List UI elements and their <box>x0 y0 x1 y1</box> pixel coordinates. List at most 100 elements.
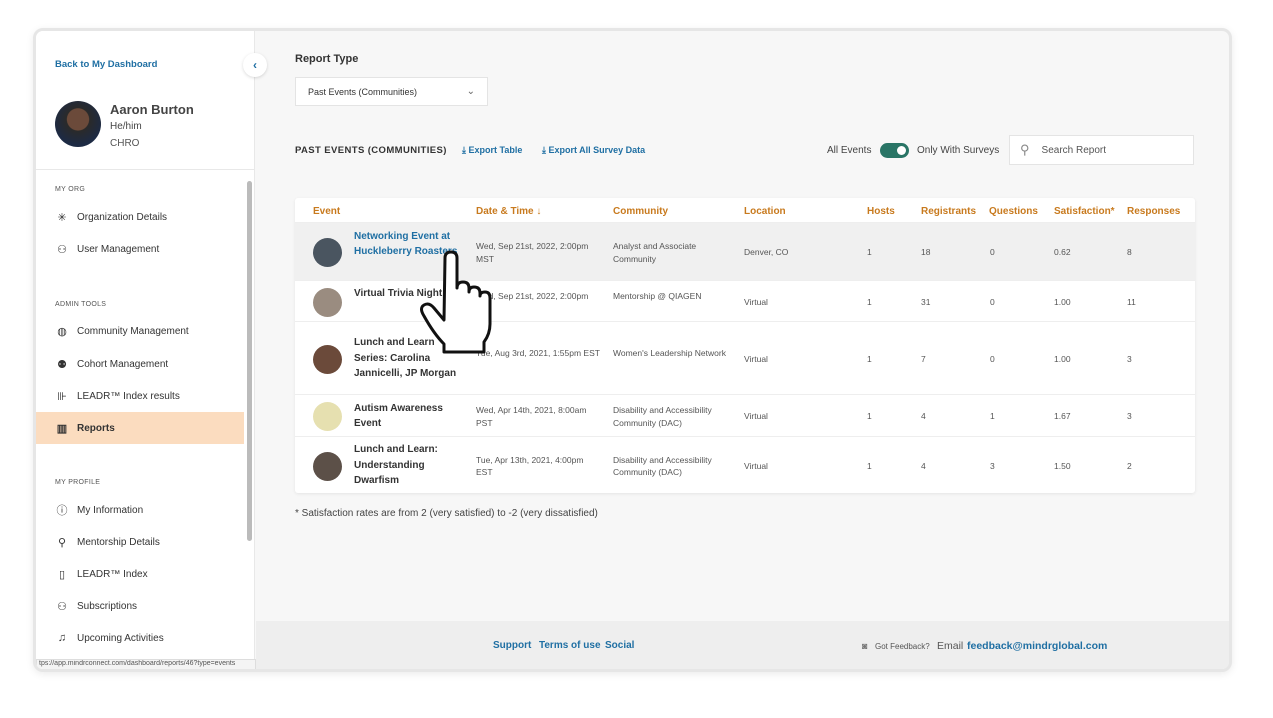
chevron-down-icon: ⌄ <box>466 86 475 97</box>
sidebar-item-label: LEADR™ Index results <box>77 390 180 402</box>
report-type-select[interactable]: Past Events (Communities) ⌄ <box>295 77 488 106</box>
event-satisfaction: 1.67 <box>1054 411 1071 421</box>
support-link[interactable]: Support <box>493 640 531 651</box>
social-link[interactable]: Social <box>605 640 634 651</box>
column-header-satisfaction[interactable]: Satisfaction* <box>1054 206 1115 217</box>
table-row[interactable]: Autism Awareness Event Wed, Apr 14th, 20… <box>295 394 1195 436</box>
column-header-responses[interactable]: Responses <box>1127 206 1180 217</box>
sidebar-item-label: LEADR™ Index <box>77 568 148 580</box>
event-satisfaction: 1.50 <box>1054 460 1071 471</box>
terms-link[interactable]: Terms of use <box>539 640 601 651</box>
sparkle-icon: ✳ <box>57 211 67 224</box>
export-all-label: Export All Survey Data <box>548 145 646 155</box>
back-to-dashboard-link[interactable]: Back to My Dashboard <box>55 59 157 70</box>
user-settings-icon: ⚇ <box>57 243 67 256</box>
column-header-community[interactable]: Community <box>613 206 668 217</box>
sidebar-item-label: Organization Details <box>77 211 168 223</box>
event-location: Virtual <box>744 460 768 471</box>
event-thumbnail <box>313 344 342 374</box>
footer: Support Terms of use Social ◙ Got Feedba… <box>256 621 1229 669</box>
event-registrants: 7 <box>921 353 926 364</box>
event-hosts: 1 <box>867 296 872 307</box>
toggle-left-label: All Events <box>827 145 872 156</box>
column-header-location[interactable]: Location <box>744 206 786 217</box>
sidebar-item-leadr-index-results[interactable]: ⊪ LEADR™ Index results <box>36 380 244 412</box>
event-name: Lunch and Learn: Understanding Dwarfism <box>354 444 438 487</box>
event-questions: 0 <box>990 296 995 307</box>
sidebar-item-label: Community Management <box>77 325 189 337</box>
user-title: CHRO <box>110 138 140 149</box>
event-location: Virtual <box>744 296 768 307</box>
event-name: Autism Awareness Event <box>354 402 443 430</box>
surveys-toggle[interactable] <box>880 143 909 158</box>
sidebar-scrollbar[interactable] <box>247 181 252 541</box>
report-type-value: Past Events (Communities) <box>308 86 418 97</box>
column-header-questions[interactable]: Questions <box>989 206 1038 217</box>
event-responses: 2 <box>1127 460 1132 471</box>
event-satisfaction: 1.00 <box>1054 353 1071 364</box>
event-registrants: 4 <box>921 460 926 471</box>
sidebar-item-cohort-management[interactable]: ⚉ Cohort Management <box>36 348 244 380</box>
section-label: MY PROFILE <box>55 479 101 486</box>
event-date: Wed, Apr 14th, 2021, 8:00am PST <box>476 405 587 428</box>
sidebar-item-my-information[interactable]: ⓘ My Information <box>36 494 244 526</box>
sidebar: Back to My Dashboard Aaron Burton He/him… <box>36 31 256 669</box>
sidebar-item-reports[interactable]: ▥ Reports <box>36 412 244 444</box>
column-header-registrants[interactable]: Registrants <box>921 206 976 217</box>
event-community: Disability and Accessibility Community (… <box>613 405 712 428</box>
divider <box>36 169 255 170</box>
sidebar-item-label: My Information <box>77 504 144 516</box>
event-questions: 0 <box>990 247 995 257</box>
sidebar-item-upcoming-activities[interactable]: ♫ Upcoming Activities <box>36 622 244 654</box>
section-label: ADMIN TOOLS <box>55 301 107 308</box>
email-label: Email <box>937 640 964 652</box>
event-hosts: 1 <box>867 411 872 421</box>
info-icon: ⓘ <box>56 505 68 517</box>
sidebar-item-label: Reports <box>77 422 115 434</box>
event-community: Mentorship @ QIAGEN <box>613 290 702 301</box>
sidebar-item-user-management[interactable]: ⚇ User Management <box>36 233 244 265</box>
collapse-sidebar-button[interactable]: ‹ <box>243 53 267 77</box>
column-header-date[interactable]: Date & Time ↓ <box>476 206 541 217</box>
event-community: Women's Leadership Network <box>613 347 726 358</box>
event-questions: 3 <box>990 460 995 471</box>
sidebar-item-community-management[interactable]: ◍ Community Management <box>36 315 244 347</box>
mentor-icon: ⚲ <box>57 536 67 549</box>
user-name: Aaron Burton <box>110 102 194 117</box>
index-icon: ▯ <box>58 568 66 581</box>
user-check-icon: ⚇ <box>57 600 67 613</box>
column-header-event[interactable]: Event <box>313 206 340 217</box>
event-questions: 0 <box>990 353 995 364</box>
event-date: Tue, Apr 13th, 2021, 4:00pm EST <box>476 454 584 478</box>
event-responses: 3 <box>1127 353 1132 364</box>
event-community: Disability and Accessibility Community (… <box>613 454 712 478</box>
sidebar-item-label: Subscriptions <box>77 600 138 612</box>
toggle-right-label: Only With Surveys <box>917 145 1000 156</box>
event-responses: 11 <box>1127 296 1136 307</box>
section-title: PAST EVENTS (COMMUNITIES) <box>295 145 447 156</box>
sidebar-item-organization-details[interactable]: ✳ Organization Details <box>36 201 244 233</box>
sidebar-item-mentorship-details[interactable]: ⚲ Mentorship Details <box>36 526 244 558</box>
chart-person-icon: ⊪ <box>57 390 67 403</box>
chevron-left-icon: ‹ <box>253 58 257 72</box>
sidebar-item-label: Upcoming Activities <box>77 632 164 644</box>
search-placeholder: Search Report <box>1041 144 1107 156</box>
sidebar-item-subscriptions[interactable]: ⚇ Subscriptions <box>36 590 244 622</box>
section-label: MY ORG <box>55 186 86 193</box>
bell-icon: ♫ <box>57 632 67 644</box>
column-header-hosts[interactable]: Hosts <box>867 206 895 217</box>
group-icon: ⚉ <box>57 358 67 371</box>
event-location: Denver, CO <box>744 247 789 257</box>
event-location: Virtual <box>744 411 768 421</box>
table-row[interactable]: Lunch and Learn: Understanding Dwarfism … <box>295 436 1195 493</box>
sidebar-item-label: Cohort Management <box>77 358 169 370</box>
sidebar-item-leadr-index[interactable]: ▯ LEADR™ Index <box>36 558 244 590</box>
sidebar-item-label: Mentorship Details <box>77 536 160 548</box>
report-type-label: Report Type <box>295 53 359 65</box>
event-thumbnail <box>313 451 342 481</box>
search-input[interactable]: ⚲ Search Report <box>1009 135 1194 165</box>
event-thumbnail <box>313 287 342 317</box>
export-all-survey-data-button[interactable]: ⤓ Export All Survey Data <box>542 145 645 156</box>
feedback-email-link[interactable]: feedback@mindrglobal.com <box>967 640 1107 652</box>
export-table-button[interactable]: ⤓ Export Table <box>462 145 522 156</box>
